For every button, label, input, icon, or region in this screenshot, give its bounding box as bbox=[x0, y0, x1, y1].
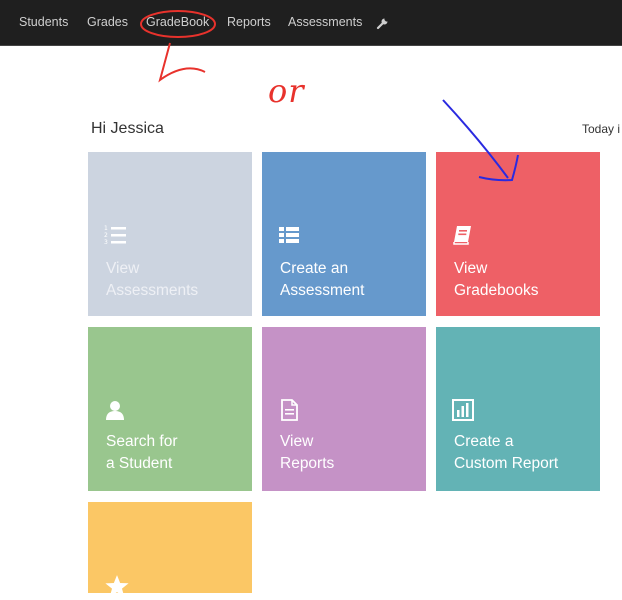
tile-create-assessment[interactable]: Create an Assessment bbox=[262, 152, 426, 316]
wrench-icon[interactable] bbox=[376, 16, 390, 30]
or-annotation: or bbox=[268, 72, 305, 110]
svg-text:3: 3 bbox=[104, 239, 108, 246]
tile-label: Search for a Student bbox=[106, 433, 178, 472]
tile-label: View Assessments bbox=[106, 260, 199, 299]
tile-view-reports[interactable]: View Reports bbox=[262, 327, 426, 491]
top-navbar: Students Grades GradeBook Reports Assess… bbox=[0, 0, 622, 46]
nav-reports[interactable]: Reports bbox=[227, 15, 271, 29]
bar-chart-icon bbox=[452, 399, 474, 421]
tile-search-student[interactable]: Search for a Student bbox=[88, 327, 252, 491]
book-icon bbox=[453, 226, 471, 245]
tile-view-gradebooks[interactable]: View Gradebooks bbox=[436, 152, 600, 316]
svg-text:1: 1 bbox=[104, 225, 108, 232]
tile-custom-report[interactable]: Create a Custom Report bbox=[436, 327, 600, 491]
tile-favorites[interactable] bbox=[88, 502, 252, 597]
nav-students[interactable]: Students bbox=[19, 15, 68, 29]
red-arrow-annotation bbox=[158, 42, 206, 83]
svg-text:2: 2 bbox=[104, 232, 108, 239]
nav-grades[interactable]: Grades bbox=[87, 15, 128, 29]
tile-label: View Gradebooks bbox=[454, 260, 539, 299]
greeting: Hi Jessica bbox=[91, 120, 164, 137]
nav-gradebook[interactable]: GradeBook bbox=[146, 15, 209, 29]
nav-assessments[interactable]: Assessments bbox=[288, 15, 362, 29]
today-label: Today i bbox=[582, 122, 621, 136]
list-icon bbox=[279, 227, 299, 243]
user-icon bbox=[106, 401, 124, 420]
star-icon bbox=[105, 575, 129, 597]
tile-label: Create a Custom Report bbox=[454, 433, 559, 472]
tile-label: Create an Assessment bbox=[280, 260, 365, 299]
tile-label: View Reports bbox=[280, 433, 335, 472]
document-icon bbox=[281, 399, 298, 421]
tile-view-assessments[interactable]: 1 2 3 View Assessments bbox=[88, 152, 252, 316]
numbered-list-icon: 1 2 3 bbox=[104, 225, 126, 246]
